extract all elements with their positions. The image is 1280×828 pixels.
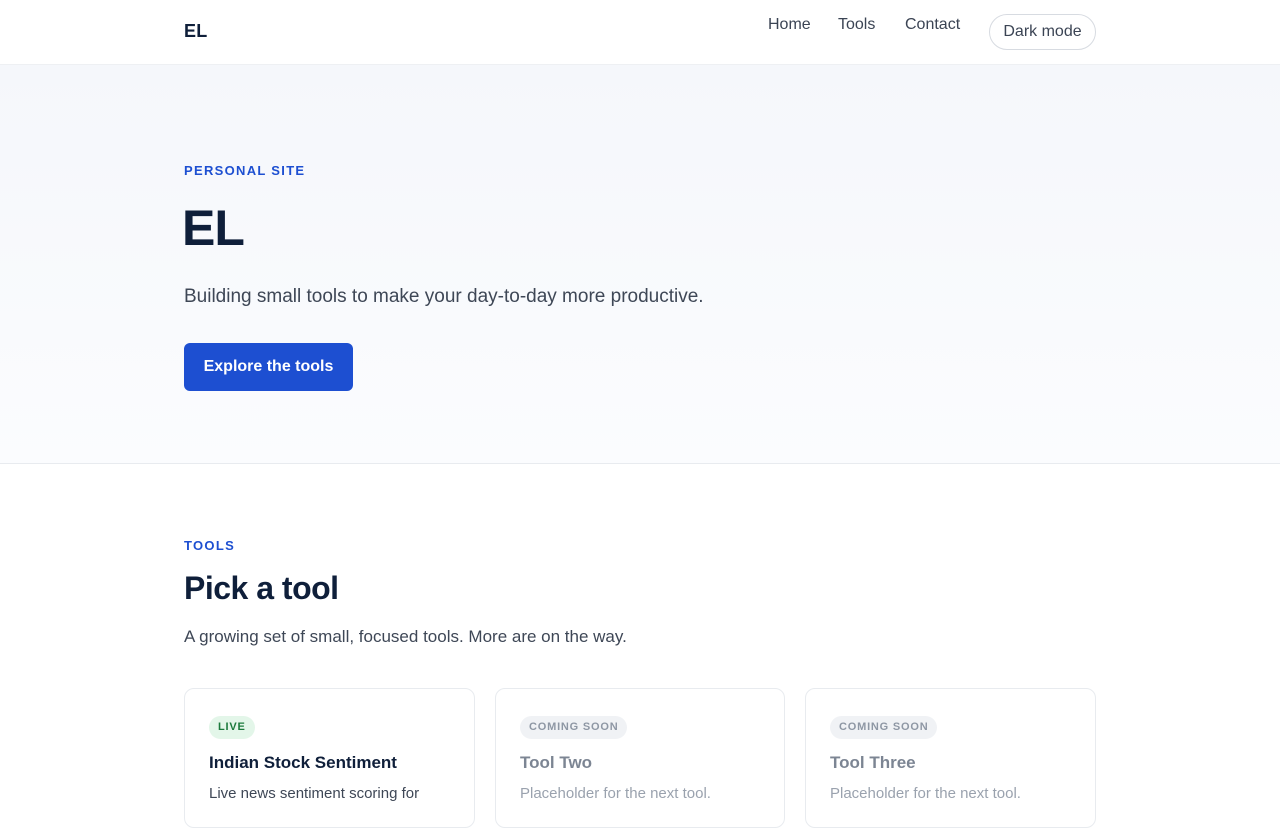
nav-link-home[interactable]: Home bbox=[768, 16, 811, 34]
tool-card-description: Placeholder for the next tool. bbox=[520, 785, 711, 802]
tool-card-indian-stock-sentiment[interactable]: LIVE Indian Stock Sentiment Live news se… bbox=[184, 688, 475, 828]
site-logo[interactable]: EL bbox=[184, 21, 207, 42]
tools-eyebrow: TOOLS bbox=[184, 538, 236, 553]
tool-card-description: Live news sentiment scoring for bbox=[209, 785, 420, 802]
dark-mode-toggle[interactable]: Dark mode bbox=[989, 14, 1096, 50]
site-header: EL Home Tools Contact Dark mode bbox=[0, 0, 1280, 65]
tool-card-title: Tool Three bbox=[830, 753, 916, 772]
status-badge-coming-soon: COMING SOON bbox=[830, 716, 938, 739]
nav-link-contact[interactable]: Contact bbox=[905, 16, 960, 34]
hero-section: PERSONAL SITE EL Building small tools to… bbox=[0, 65, 1280, 464]
tool-card-tool-three[interactable]: COMING SOON Tool Three Placeholder for t… bbox=[805, 688, 1096, 828]
tool-card-tool-two[interactable]: COMING SOON Tool Two Placeholder for the… bbox=[495, 688, 785, 828]
tool-card-title: Tool Two bbox=[520, 753, 593, 772]
status-badge-coming-soon: COMING SOON bbox=[520, 716, 628, 739]
explore-tools-button[interactable]: Explore the tools bbox=[184, 343, 353, 391]
hero-title: EL bbox=[182, 200, 245, 256]
tools-title: Pick a tool bbox=[184, 570, 339, 606]
tool-card-description: Placeholder for the next tool. bbox=[830, 785, 1021, 802]
tools-subtitle: A growing set of small, focused tools. M… bbox=[184, 627, 627, 646]
status-badge-live: LIVE bbox=[209, 716, 255, 739]
tool-card-title: Indian Stock Sentiment bbox=[209, 753, 397, 772]
nav-link-tools[interactable]: Tools bbox=[838, 16, 875, 34]
hero-eyebrow: PERSONAL SITE bbox=[184, 163, 306, 178]
hero-subtitle: Building small tools to make your day-to… bbox=[184, 286, 704, 307]
